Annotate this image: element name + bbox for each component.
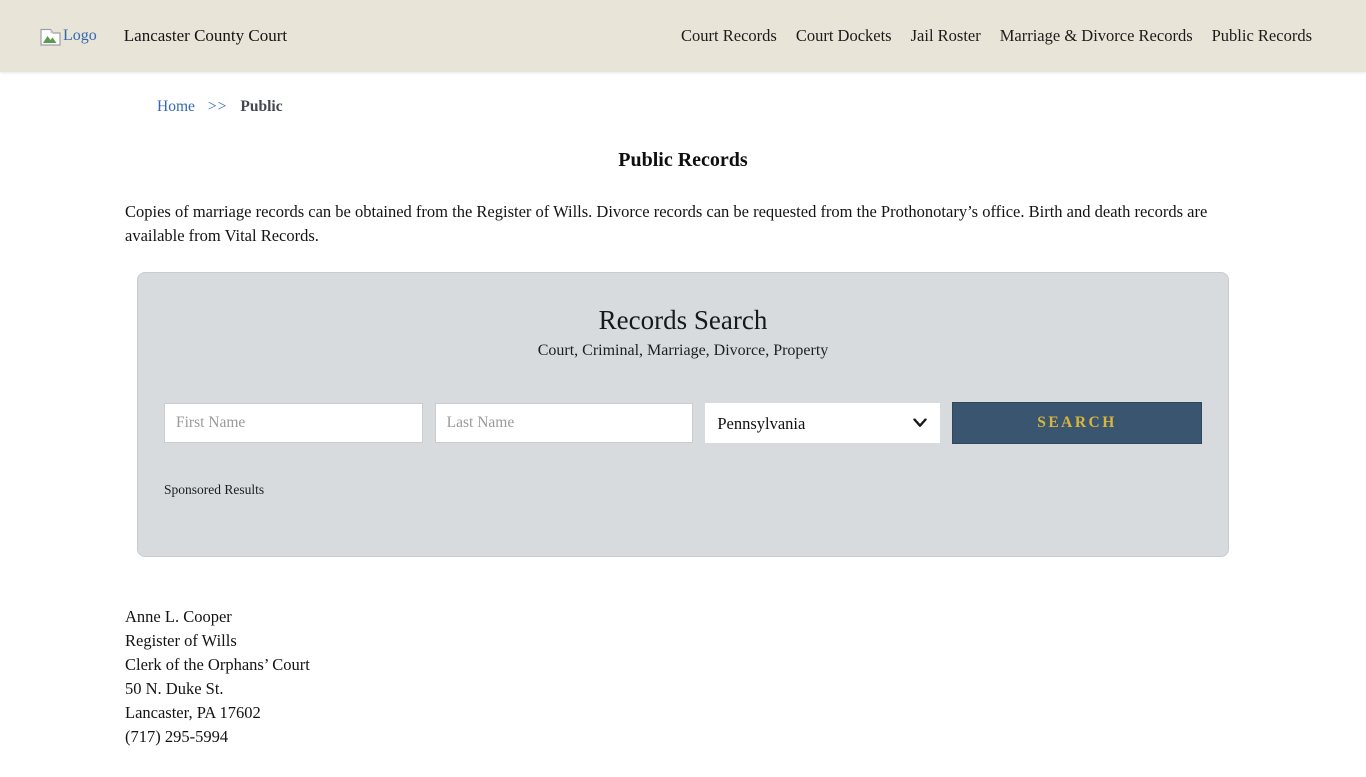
contact-name: Anne L. Cooper [125, 607, 232, 626]
state-select-wrap: Pennsylvania [705, 403, 941, 443]
records-search-form: Pennsylvania SEARCH [164, 402, 1203, 444]
page-title: Public Records [618, 149, 748, 171]
nav-public-records[interactable]: Public Records [1212, 26, 1312, 46]
contact-title-register: Register of Wills [125, 631, 237, 650]
contact-block: Anne L. Cooper Register of Wills Clerk o… [125, 605, 1241, 777]
nav-court-records[interactable]: Court Records [681, 26, 777, 46]
contact-title-clerk: Clerk of the Orphans’ Court [125, 655, 310, 674]
breadcrumb-separator: >> [207, 98, 228, 115]
contact-city-state-zip: Lancaster, PA 17602 [125, 703, 261, 722]
breadcrumb-home-link[interactable]: Home [157, 98, 195, 116]
contact-phone: (717) 295-5994 [125, 727, 229, 746]
site-title: Lancaster County Court [123, 26, 288, 45]
main-nav: Court Records Court Dockets Jail Roster … [681, 26, 1312, 46]
search-button[interactable]: SEARCH [952, 402, 1203, 444]
intro-paragraph: Copies of marriage records can be obtain… [125, 202, 1208, 245]
logo-broken-image: Logo [40, 27, 97, 46]
brand: Logo Lancaster County Court [40, 26, 287, 46]
search-panel-subtitle: Court, Criminal, Marriage, Divorce, Prop… [537, 342, 829, 359]
nav-jail-roster[interactable]: Jail Roster [911, 26, 981, 46]
records-search-panel: Records Search Court, Criminal, Marriage… [137, 272, 1229, 557]
state-select[interactable]: Pennsylvania [705, 403, 941, 443]
logo-alt-text: Logo [63, 27, 97, 44]
nav-court-dockets[interactable]: Court Dockets [796, 26, 892, 46]
breadcrumb-current: Public [240, 98, 283, 115]
contact-street: 50 N. Duke St. [125, 679, 224, 698]
last-name-input[interactable] [434, 403, 694, 443]
nav-marriage-divorce-records[interactable]: Marriage & Divorce Records [1000, 26, 1193, 46]
first-name-input[interactable] [164, 403, 423, 443]
search-panel-title: Records Search [598, 305, 768, 335]
sponsored-results-label: Sponsored Results [164, 482, 265, 497]
site-header: Logo Lancaster County Court Court Record… [0, 0, 1366, 72]
main-content: Home >> Public Public Records Copies of … [125, 98, 1241, 777]
breadcrumb: Home >> Public [157, 98, 1241, 116]
broken-image-icon [40, 27, 61, 46]
